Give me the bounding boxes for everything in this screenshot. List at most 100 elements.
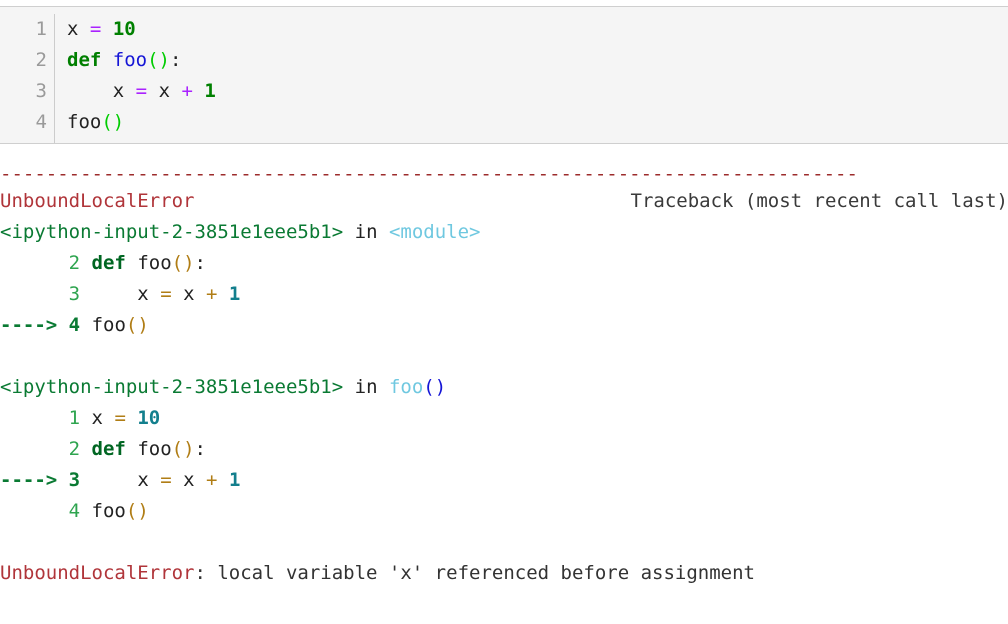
traceback-code-row: 1 x = 10: [0, 403, 1008, 434]
token-space: [124, 80, 135, 102]
traceback-code-row-current: ----> 3 x = x + 1: [0, 465, 1008, 496]
token-space: [217, 283, 228, 305]
traceback-frame-header: <ipython-input-2-3851e1eee5b1> in foo(): [0, 372, 1008, 403]
traceback-frame-header: <ipython-input-2-3851e1eee5b1> in <modul…: [0, 217, 1008, 248]
traceback-note: Traceback (most recent call last): [631, 186, 1008, 217]
token-space: [126, 438, 137, 460]
arrow-marker: [0, 438, 69, 460]
token-space: [57, 314, 68, 336]
token-number: 1: [204, 80, 215, 102]
traceback-header-row: UnboundLocalError Traceback (most recent…: [0, 186, 1008, 217]
token-space: [80, 252, 91, 274]
token-operator: +: [206, 469, 217, 491]
code-input-cell[interactable]: 1 2 3 4 x = 10 def foo(): x = x + 1 foo(…: [0, 6, 1008, 144]
traceback-output: ----------------------------------------…: [0, 162, 1008, 589]
token-space: [343, 376, 354, 398]
token-space: [170, 80, 181, 102]
token-space: [378, 376, 389, 398]
token-operator: =: [160, 283, 171, 305]
token-parentheses: (): [126, 314, 149, 336]
token-indent: [80, 469, 137, 491]
frame-line-number: 1: [69, 407, 80, 429]
frame-line-number: 3: [69, 469, 80, 491]
token-space: [78, 18, 89, 40]
token-space: [80, 438, 91, 460]
token-space: [57, 469, 68, 491]
traceback-code-row: 4 foo(): [0, 496, 1008, 527]
traceback-code-row: 2 def foo():: [0, 248, 1008, 279]
token-parentheses: (): [423, 376, 446, 398]
code-editor-area[interactable]: x = 10 def foo(): x = x + 1 foo(): [55, 14, 1008, 143]
token-operator: =: [136, 80, 147, 102]
token-space: [172, 469, 183, 491]
token-function-call: foo: [92, 314, 126, 336]
arrow-marker: [0, 252, 69, 274]
token-space: [80, 407, 91, 429]
frame-scope-name: foo: [389, 376, 423, 398]
token-identifier: x: [137, 283, 148, 305]
token-identifier: x: [183, 283, 194, 305]
token-function-name: foo: [137, 438, 171, 460]
token-keyword-def: def: [92, 438, 126, 460]
token-space: [195, 283, 206, 305]
frame-file-name: <ipython-input-2-3851e1eee5b1>: [0, 221, 343, 243]
token-operator: +: [181, 80, 192, 102]
arrow-marker: [0, 407, 69, 429]
line-number: 3: [0, 76, 47, 107]
frame-line-number: 4: [69, 314, 80, 336]
traceback-code-row: 2 def foo():: [0, 434, 1008, 465]
token-operator: +: [206, 283, 217, 305]
frame-line-number: 4: [69, 500, 80, 522]
token-space: [101, 18, 112, 40]
final-error-message-row: UnboundLocalError: local variable 'x' re…: [0, 558, 1008, 589]
error-type-label: UnboundLocalError: [0, 562, 194, 584]
token-colon: :: [195, 438, 206, 460]
error-message-text: : local variable 'x' referenced before a…: [194, 562, 755, 584]
line-number: 2: [0, 45, 47, 76]
token-identifier: x: [92, 407, 103, 429]
token-number: 10: [137, 407, 160, 429]
line-number-gutter: 1 2 3 4: [0, 14, 55, 143]
token-identifier: x: [67, 18, 78, 40]
token-function-name: foo: [113, 49, 147, 71]
arrow-marker: [0, 500, 69, 522]
token-number: 1: [229, 469, 240, 491]
traceback-code-row: 3 x = x + 1: [0, 279, 1008, 310]
line-number: 1: [0, 14, 47, 45]
token-space: [195, 469, 206, 491]
token-space: [103, 407, 114, 429]
token-identifier: x: [137, 469, 148, 491]
token-indent: [80, 283, 137, 305]
token-parentheses: (): [172, 252, 195, 274]
token-operator: =: [160, 469, 171, 491]
token-operator: =: [90, 18, 101, 40]
token-space: [172, 283, 183, 305]
traceback-code-row-current: ----> 4 foo(): [0, 310, 1008, 341]
token-space: [343, 221, 354, 243]
code-line-1: x = 10: [67, 14, 1008, 45]
token-space: [193, 80, 204, 102]
token-function-name: foo: [137, 252, 171, 274]
token-keyword-def: def: [92, 252, 126, 274]
token-parentheses: (): [147, 49, 170, 71]
token-space: [80, 314, 91, 336]
token-operator: =: [114, 407, 125, 429]
frame-in-keyword: in: [355, 221, 378, 243]
token-space: [217, 469, 228, 491]
token-keyword-def: def: [67, 49, 101, 71]
token-space: [149, 469, 160, 491]
token-number: 1: [229, 283, 240, 305]
arrow-marker: [0, 283, 69, 305]
blank-row: [0, 341, 1008, 372]
frame-line-number: 3: [69, 283, 80, 305]
token-space: [80, 500, 91, 522]
token-space: [149, 283, 160, 305]
traceback-separator: ----------------------------------------…: [0, 162, 1008, 186]
token-parentheses: (): [126, 500, 149, 522]
code-line-4: foo(): [67, 107, 1008, 138]
token-colon: :: [195, 252, 206, 274]
code-line-2: def foo():: [67, 45, 1008, 76]
token-function-call: foo: [92, 500, 126, 522]
token-space: [101, 49, 112, 71]
token-parentheses: (): [172, 438, 195, 460]
